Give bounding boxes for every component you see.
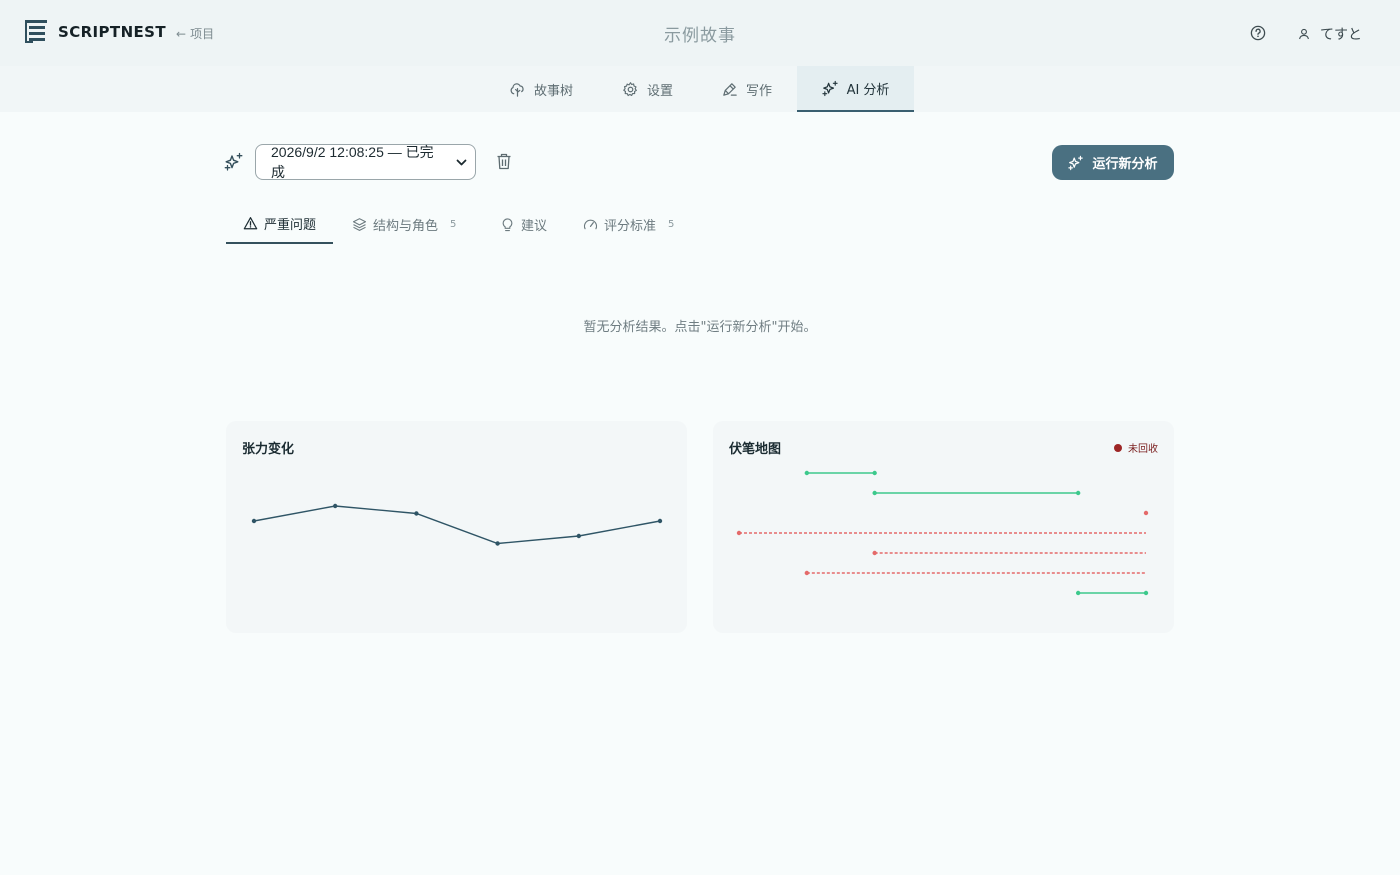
trash-icon[interactable] <box>496 153 512 170</box>
top-bar: SCRIPTNEST ← 项目 示例故事 てすと <box>0 0 1400 66</box>
thread-start-point <box>804 470 810 476</box>
subtab-rubric[interactable]: 评分标准 5 <box>583 204 674 244</box>
lightbulb-icon <box>502 217 513 231</box>
pen-icon <box>723 82 737 96</box>
help-icon[interactable] <box>1250 25 1266 41</box>
thread-start-point <box>1075 590 1081 596</box>
tab-label: 故事树 <box>534 83 574 99</box>
tab-ai-analysis[interactable]: AI 分析 <box>797 66 914 112</box>
user-name: てすと <box>1320 27 1362 43</box>
subtab-suggestions[interactable]: 建议 <box>500 204 547 244</box>
chevron-down-icon <box>456 159 467 166</box>
sparkles-icon <box>224 152 243 171</box>
subtab-structure-characters[interactable]: 结构与角色 5 <box>352 204 456 244</box>
subtab-label: 结构与角色 <box>373 218 439 234</box>
tab-label: 设置 <box>647 83 674 99</box>
sparkles-icon <box>1068 155 1084 170</box>
tension-chart-card: 张力变化 <box>226 421 687 633</box>
tension-point <box>414 511 419 516</box>
tension-point <box>495 541 500 546</box>
tab-label: 写作 <box>746 83 773 99</box>
tension-point <box>657 518 663 524</box>
subtab-label: 建议 <box>521 218 548 234</box>
tab-label: AI 分析 <box>846 82 890 98</box>
thread-start-point <box>872 490 877 496</box>
thread-start-point <box>872 550 877 556</box>
run-new-analysis-button[interactable]: 运行新分析 <box>1052 145 1174 180</box>
tension-chart <box>251 503 663 546</box>
subtab-critical-issues[interactable]: 严重问题 <box>226 204 333 244</box>
run-button-label: 运行新分析 <box>1092 157 1158 172</box>
thread-end-point <box>1143 590 1149 596</box>
tree-icon <box>510 82 524 97</box>
thread-start-point <box>1143 510 1149 516</box>
sparkles-icon <box>821 80 838 96</box>
empty-state-message: 暂无分析结果。点击"运行新分析"开始。 <box>583 320 817 335</box>
story-title: 示例故事 <box>664 26 736 46</box>
user-icon <box>1299 28 1309 40</box>
tension-point <box>251 518 257 524</box>
gauge-icon <box>583 219 598 229</box>
tension-series-line <box>253 505 661 545</box>
subtab-label: 严重问题 <box>263 217 316 233</box>
tab-story-tree[interactable]: 故事树 <box>509 66 589 112</box>
thread-end-point <box>872 470 877 476</box>
warning-icon <box>243 216 258 229</box>
user-menu[interactable]: てすと <box>1298 24 1362 44</box>
main-nav: 故事树 设置 写作 AI 分析 <box>0 66 1400 112</box>
foreshadow-map-card: 伏笔地图 未回收 <box>713 421 1174 633</box>
run-select-value: 2026/9/2 12:08:25 — 已完成 <box>271 144 434 180</box>
tab-writing[interactable]: 写作 <box>721 66 781 112</box>
layers-icon <box>352 217 367 231</box>
thread-start-point <box>804 570 810 576</box>
subtab-count: 5 <box>450 218 457 230</box>
subtab-count: 5 <box>668 218 675 230</box>
tab-settings[interactable]: 设置 <box>622 66 682 112</box>
tension-point <box>576 533 581 539</box>
foreshadow-chart <box>736 470 1149 596</box>
thread-start-point <box>736 530 742 536</box>
thread-end-point <box>1075 490 1081 496</box>
analysis-run-select[interactable]: 2026/9/2 12:08:25 — 已完成 <box>255 144 476 180</box>
gear-icon <box>623 81 637 96</box>
subtab-label: 评分标准 <box>604 218 657 234</box>
tension-point <box>333 503 338 509</box>
